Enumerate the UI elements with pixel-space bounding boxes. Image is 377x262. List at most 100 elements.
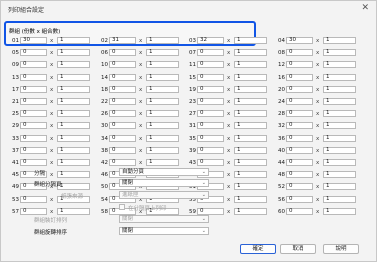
copies-input[interactable]: 0: [20, 73, 47, 81]
sets-input[interactable]: 1: [234, 49, 267, 57]
sets-input[interactable]: 1: [234, 85, 267, 93]
copies-input[interactable]: 31: [109, 37, 136, 44]
copies-input[interactable]: 0: [109, 98, 136, 105]
sets-input[interactable]: 1: [146, 122, 179, 130]
sets-input[interactable]: 1: [323, 207, 356, 215]
sets-input[interactable]: 1: [146, 146, 179, 154]
sets-input[interactable]: 1: [57, 73, 90, 81]
copies-input[interactable]: 0: [20, 134, 47, 142]
copies-input[interactable]: 0: [197, 110, 224, 118]
sets-input[interactable]: 1: [57, 171, 90, 179]
sets-input[interactable]: 1: [146, 159, 179, 166]
sets-input[interactable]: 1: [57, 159, 90, 166]
sets-input[interactable]: 1: [323, 122, 356, 130]
sets-input[interactable]: 1: [323, 98, 356, 105]
copies-input[interactable]: 0: [109, 73, 136, 81]
sets-input[interactable]: 1: [57, 134, 90, 142]
sets-input[interactable]: 1: [57, 49, 90, 57]
copies-input[interactable]: 0: [286, 98, 313, 105]
copies-input[interactable]: 0: [286, 171, 313, 179]
copies-input[interactable]: 32: [197, 37, 224, 44]
copies-input[interactable]: 0: [286, 110, 313, 118]
copies-input[interactable]: 0: [286, 146, 313, 154]
sets-input[interactable]: 1: [57, 98, 90, 105]
sets-input[interactable]: 1: [234, 37, 267, 44]
copies-input[interactable]: 0: [197, 98, 224, 105]
copies-input[interactable]: 0: [109, 49, 136, 57]
sets-input[interactable]: 1: [323, 49, 356, 57]
close-icon[interactable]: ✕: [361, 3, 369, 13]
sets-input[interactable]: 1: [234, 183, 267, 191]
sets-input[interactable]: 1: [323, 110, 356, 118]
cancel-button[interactable]: 取消: [280, 244, 316, 254]
copies-input[interactable]: 0: [286, 183, 313, 191]
copies-input[interactable]: 0: [197, 61, 224, 69]
sets-input[interactable]: 1: [146, 73, 179, 81]
copies-input[interactable]: 0: [109, 122, 136, 130]
copies-input[interactable]: 0: [197, 207, 224, 215]
print-on-separator-checkbox[interactable]: [119, 204, 125, 210]
copies-input[interactable]: 0: [286, 134, 313, 142]
copies-input[interactable]: 0: [286, 85, 313, 93]
sets-input[interactable]: 1: [323, 159, 356, 166]
sets-input[interactable]: 1: [234, 134, 267, 142]
copies-input[interactable]: 0: [197, 49, 224, 57]
copies-input[interactable]: 0: [109, 159, 136, 166]
copies-input[interactable]: 0: [197, 85, 224, 93]
copies-input[interactable]: 0: [20, 122, 47, 130]
group-page-select[interactable]: 關閉 ⌄: [119, 179, 209, 187]
copies-input[interactable]: 0: [109, 85, 136, 93]
sets-input[interactable]: 1: [323, 134, 356, 142]
copies-input[interactable]: 0: [109, 110, 136, 118]
sets-input[interactable]: 1: [323, 73, 356, 81]
sets-input[interactable]: 1: [146, 61, 179, 69]
copies-input[interactable]: 0: [197, 134, 224, 142]
sets-input[interactable]: 1: [57, 146, 90, 154]
copies-input[interactable]: 0: [20, 61, 47, 69]
copies-input[interactable]: 0: [286, 159, 313, 166]
group-rotate-select[interactable]: 關閉 ⌄: [119, 227, 209, 235]
copies-input[interactable]: 0: [20, 98, 47, 105]
sets-input[interactable]: 1: [234, 195, 267, 203]
sets-input[interactable]: 1: [323, 37, 356, 44]
sets-input[interactable]: 1: [234, 146, 267, 154]
sets-input[interactable]: 1: [146, 110, 179, 118]
copies-input[interactable]: 0: [20, 195, 47, 203]
copies-input[interactable]: 0: [286, 207, 313, 215]
copies-input[interactable]: 30: [20, 37, 47, 44]
copies-input[interactable]: 30: [286, 37, 313, 44]
sets-input[interactable]: 1: [57, 37, 90, 44]
copies-input[interactable]: 0: [20, 110, 47, 118]
copies-input[interactable]: 0: [109, 61, 136, 69]
help-button[interactable]: 說明: [323, 244, 359, 254]
copies-input[interactable]: 0: [20, 49, 47, 57]
sets-input[interactable]: 1: [57, 122, 90, 130]
copies-input[interactable]: 0: [286, 49, 313, 57]
copies-input[interactable]: 0: [286, 195, 313, 203]
sets-input[interactable]: 1: [234, 110, 267, 118]
sets-input[interactable]: 1: [323, 195, 356, 203]
sets-input[interactable]: 1: [57, 110, 90, 118]
copies-input[interactable]: 0: [286, 73, 313, 81]
sets-input[interactable]: 1: [234, 207, 267, 215]
sets-input[interactable]: 1: [234, 159, 267, 166]
sets-input[interactable]: 1: [234, 61, 267, 69]
sets-input[interactable]: 1: [323, 183, 356, 191]
sets-input[interactable]: 1: [57, 61, 90, 69]
copies-input[interactable]: 0: [197, 73, 224, 81]
group-staple-select[interactable]: 關閉 ⌄: [119, 215, 209, 223]
copies-input[interactable]: 0: [20, 146, 47, 154]
sets-input[interactable]: 1: [146, 134, 179, 142]
sets-input[interactable]: 1: [234, 122, 267, 130]
ok-button[interactable]: 確定: [240, 244, 276, 254]
copies-input[interactable]: 0: [286, 61, 313, 69]
sets-input[interactable]: 1: [146, 85, 179, 93]
copies-input[interactable]: 0: [197, 146, 224, 154]
sets-input[interactable]: 1: [234, 98, 267, 105]
sets-input[interactable]: 1: [323, 146, 356, 154]
copies-input[interactable]: 0: [286, 122, 313, 130]
sets-input[interactable]: 1: [323, 61, 356, 69]
copies-input[interactable]: 0: [109, 134, 136, 142]
copies-input[interactable]: 0: [109, 146, 136, 154]
sets-input[interactable]: 1: [146, 98, 179, 105]
